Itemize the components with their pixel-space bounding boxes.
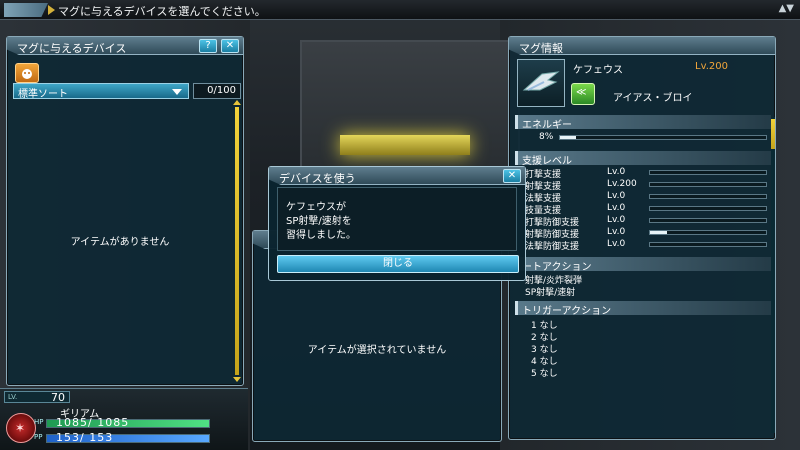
- chat-tab-icon[interactable]: [4, 3, 48, 17]
- dialog-message-line: SP射撃/速射を: [286, 216, 352, 227]
- scroll-arrows-icon[interactable]: ▲▼: [779, 3, 794, 14]
- mag-info-title: マグ情報: [519, 42, 563, 55]
- stat-level: Lv.0: [607, 239, 626, 249]
- scroll-up-icon[interactable]: [233, 100, 241, 105]
- hp-key: HP: [34, 418, 44, 426]
- device-list-panel: マグに与えるデバイス ? ✕ 標準ソート 0/100 アイテムがありません: [6, 36, 244, 386]
- stat-track: [649, 170, 767, 175]
- mag-info-header[interactable]: マグ情報: [509, 37, 775, 55]
- stat-track: [649, 206, 767, 211]
- dialog-title: デバイスを使う: [279, 172, 356, 185]
- pp-bar: PP 153/ 153: [34, 431, 212, 444]
- mag-portrait-icon: [522, 71, 560, 91]
- pp-value: 153/ 153: [56, 431, 114, 444]
- mag-info-panel: マグ情報 ケフェウス Lv.200 ≪ アイアス・ブロイ エネルギー 8% 支援…: [508, 36, 776, 440]
- mag-portrait: [517, 59, 565, 107]
- photon-blast-icon: ≪: [571, 83, 595, 105]
- stat-name: 法撃防御支援: [525, 242, 580, 252]
- energy-percent: 8%: [539, 132, 554, 142]
- level-key: LV.: [8, 393, 18, 401]
- stat-level: Lv.0: [607, 227, 626, 237]
- trigger-action-title: トリガーアクション: [522, 306, 612, 317]
- photon-blast-name: アイアス・ブロイ: [613, 93, 693, 104]
- message-caret-icon: [48, 5, 55, 15]
- mag-level: Lv.200: [695, 61, 728, 72]
- stat-fill: [650, 231, 668, 234]
- stat-row: 打撃防御支援 Lv.0: [525, 215, 769, 228]
- pp-key: PP: [34, 433, 43, 441]
- stat-track: [649, 182, 767, 187]
- stat-level: Lv.200: [607, 179, 637, 189]
- scroll-thumb[interactable]: [771, 119, 775, 149]
- top-message-bar: マグに与えるデバイスを選んでください。 ▲▼: [0, 0, 800, 20]
- close-icon[interactable]: ✕: [503, 169, 521, 183]
- stat-level: Lv.0: [607, 203, 626, 213]
- no-selection-text: アイテムが選択されていません: [307, 345, 447, 356]
- instruction-message: マグに与えるデバイスを選んでください。: [58, 5, 266, 18]
- stat-track: [649, 242, 767, 247]
- background-light: [340, 135, 470, 155]
- stat-row: 法撃防御支援 Lv.0: [525, 239, 769, 252]
- scroll-thumb[interactable]: [235, 107, 239, 375]
- dialog-message: ケフェウスが SP射撃/速射を 習得しました。: [277, 187, 517, 251]
- mag-name: ケフェウス: [573, 65, 623, 76]
- energy-title: エネルギー: [522, 120, 572, 131]
- stat-level: Lv.0: [607, 215, 626, 225]
- trigger-action-section: トリガーアクション: [515, 301, 771, 317]
- level-value: 70: [51, 391, 65, 404]
- stat-level: Lv.0: [607, 191, 626, 201]
- device-list-scrollbar[interactable]: [233, 100, 241, 382]
- scroll-down-icon[interactable]: [233, 377, 241, 382]
- stat-track: [649, 230, 767, 235]
- sort-dropdown[interactable]: 標準ソート: [13, 83, 189, 100]
- close-button[interactable]: ✕: [221, 39, 239, 53]
- auto-action-title: ートアクション: [522, 262, 592, 273]
- stat-row: 射撃支援 Lv.200: [525, 179, 769, 192]
- bag-icon[interactable]: [15, 63, 39, 83]
- energy-track: [559, 135, 767, 140]
- support-section: 支援レベル: [515, 151, 771, 167]
- item-count: 0/100: [193, 83, 241, 99]
- use-device-dialog: デバイスを使う ✕ ケフェウスが SP射撃/速射を 習得しました。 閉じる: [268, 166, 526, 281]
- stat-row: 打撃支援 Lv.0: [525, 167, 769, 180]
- bag-glyph-icon: [22, 69, 32, 79]
- character-status: LV. 70 ギリアム ✶ HP 1085/ 1085 PP 153/ 153: [0, 388, 248, 450]
- auto-action-section: ートアクション: [515, 257, 771, 273]
- energy-row: 8%: [539, 132, 775, 144]
- dialog-message-line: 習得しました。: [286, 230, 356, 241]
- chevron-down-icon: [172, 89, 182, 95]
- device-list-title: マグに与えるデバイス: [17, 42, 127, 55]
- energy-section: エネルギー: [515, 115, 771, 131]
- auto-action-item: SP射撃/速射: [525, 288, 576, 298]
- hp-bar: HP 1085/ 1085: [34, 416, 212, 429]
- dialog-message-line: ケフェウスが: [286, 202, 346, 213]
- stat-row: 射撃防御支援 Lv.0: [525, 227, 769, 240]
- stat-level: Lv.0: [607, 167, 626, 177]
- energy-fill: [560, 136, 577, 139]
- class-emblem-icon: ✶: [6, 413, 36, 443]
- empty-list-text: アイテムがありません: [70, 237, 170, 248]
- mag-info-scrollbar[interactable]: [771, 117, 775, 433]
- stat-track: [649, 194, 767, 199]
- hp-value: 1085/ 1085: [56, 416, 130, 429]
- trigger-action-item: 5 なし: [531, 369, 558, 379]
- support-title: 支援レベル: [522, 156, 572, 167]
- level-box: LV. 70: [4, 391, 70, 404]
- close-dialog-button[interactable]: 閉じる: [277, 255, 519, 273]
- stat-row: 技量支援 Lv.0: [525, 203, 769, 216]
- help-button[interactable]: ?: [199, 39, 217, 53]
- stat-row: 法撃支援 Lv.0: [525, 191, 769, 204]
- stat-track: [649, 218, 767, 223]
- dialog-header[interactable]: デバイスを使う: [269, 167, 525, 185]
- sort-label: 標準ソート: [18, 89, 68, 100]
